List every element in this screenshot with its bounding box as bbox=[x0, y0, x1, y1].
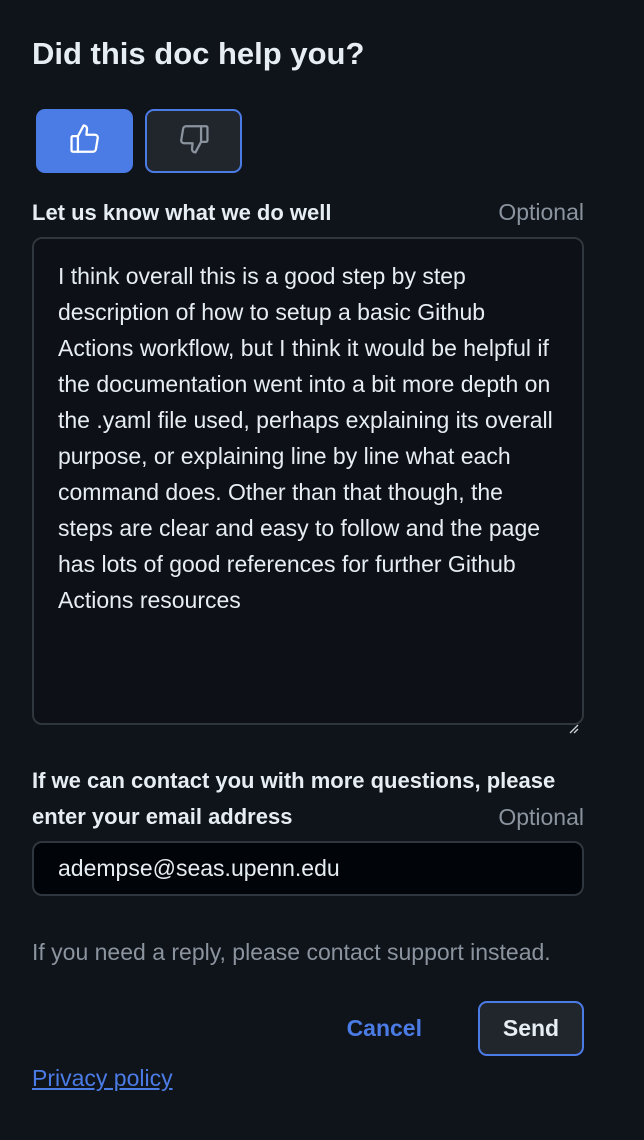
thumbs-up-button[interactable] bbox=[36, 109, 133, 173]
comment-label: Let us know what we do well bbox=[32, 200, 332, 225]
feedback-title: Did this doc help you? bbox=[32, 36, 365, 71]
cancel-button[interactable]: Cancel bbox=[347, 1015, 422, 1042]
thumbs-down-button[interactable] bbox=[145, 109, 242, 173]
vote-buttons bbox=[36, 109, 584, 173]
resize-handle-icon[interactable] bbox=[567, 708, 579, 734]
feedback-panel: Did this doc help you? Let us know what … bbox=[32, 34, 584, 1092]
comment-textarea[interactable]: I think overall this is a good step by s… bbox=[32, 237, 584, 734]
comment-header: Let us know what we do well Optional bbox=[32, 195, 584, 231]
support-note: If you need a reply, please contact supp… bbox=[32, 939, 551, 965]
send-button[interactable]: Send bbox=[478, 1001, 584, 1056]
contact-optional-hint: Optional bbox=[498, 804, 584, 830]
form-actions: Cancel Send bbox=[32, 1001, 584, 1056]
privacy-policy-link[interactable]: Privacy policy bbox=[32, 1065, 173, 1092]
email-field[interactable]: adempse@seas.upenn.edu bbox=[32, 841, 584, 896]
comment-optional-hint: Optional bbox=[498, 199, 584, 225]
comment-text: I think overall this is a good step by s… bbox=[58, 263, 553, 613]
thumbs-down-icon bbox=[177, 122, 211, 161]
contact-header: If we can contact you with more question… bbox=[32, 763, 584, 835]
thumbs-up-icon bbox=[68, 122, 102, 161]
